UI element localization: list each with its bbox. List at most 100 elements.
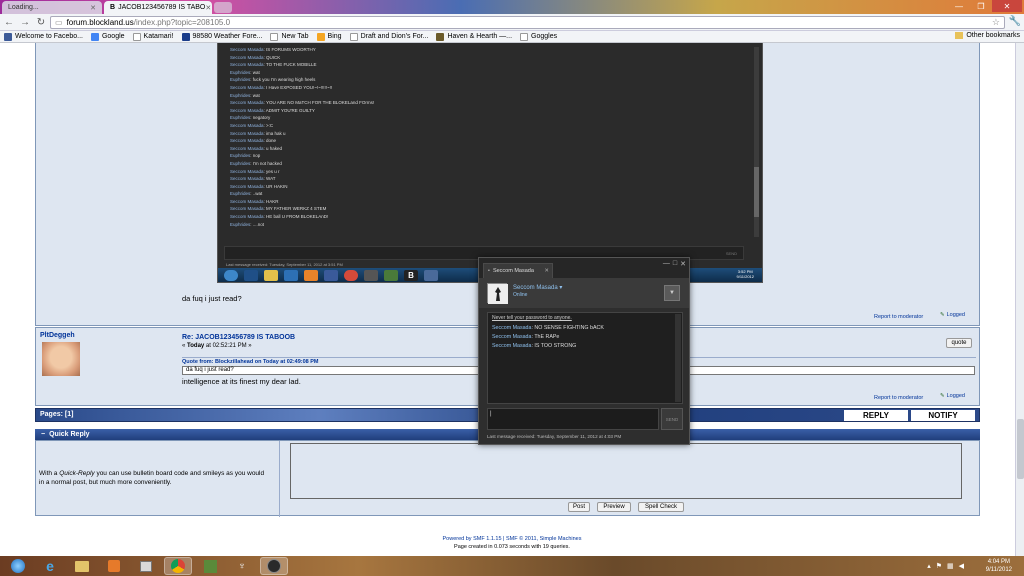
chat-text: wat xyxy=(252,92,260,98)
minimize-icon[interactable]: — xyxy=(663,260,670,268)
spell-check-button[interactable]: Spell Check xyxy=(638,502,684,512)
chat-speaker: Seccom Masada xyxy=(230,214,264,220)
page-icon xyxy=(349,32,358,41)
friend-name[interactable]: Seccom Masada ▾ xyxy=(513,284,562,291)
close-tab-icon[interactable]: ✕ xyxy=(544,268,549,274)
close-window-icon[interactable]: ✕ xyxy=(992,0,1022,12)
reload-icon[interactable]: ↻ xyxy=(34,15,48,29)
bookmark-item[interactable]: Goggles xyxy=(520,32,557,41)
tab-loading[interactable]: Loading... ✕ xyxy=(2,1,102,14)
chat-options-button[interactable]: ▼ xyxy=(664,285,680,301)
url-path: /index.php?topic=208105.0 xyxy=(133,18,231,27)
chat-line: Seccom Masada: u haked xyxy=(230,145,283,151)
bookmark-item[interactable]: Draft and Dion's For... xyxy=(349,32,428,41)
start-button[interactable] xyxy=(4,557,32,575)
volume-icon[interactable]: ◀ xyxy=(959,562,964,570)
wrench-icon[interactable]: 🔧 xyxy=(1009,16,1021,27)
bookmark-item[interactable]: Haven & Hearth —... xyxy=(436,32,512,41)
preview-button[interactable]: Preview xyxy=(597,502,631,512)
system-tray: ▴ ⚑ ▦ ◀ xyxy=(927,562,964,570)
minimize-icon[interactable]: — xyxy=(948,0,970,12)
taskbar-chrome[interactable] xyxy=(164,557,192,575)
bing-icon xyxy=(316,32,325,41)
post-button[interactable]: Post xyxy=(568,502,590,512)
footer-credit[interactable]: Powered by SMF 1.1.15 | SMF © 2011, Simp… xyxy=(0,535,1024,543)
dropdown-arrow-icon[interactable]: ▾ xyxy=(559,285,562,291)
chat-line: Euphrides: wat xyxy=(230,92,260,98)
quote-button[interactable]: quote xyxy=(946,338,972,348)
address-bar[interactable]: ▭ forum.blockland.us/index.php?topic=208… xyxy=(50,16,1005,29)
chat-text: >:C xyxy=(266,122,274,128)
bookmark-item[interactable]: Bing xyxy=(316,32,342,41)
chat-speaker: Euphrides xyxy=(230,160,251,166)
steam-scrollbar[interactable] xyxy=(675,314,681,402)
screenshot-scrollbar xyxy=(754,47,759,237)
steam-chat-window: ▪ Seccom Masada ✕ — □ ✕ Seccom Masada ▾ … xyxy=(478,257,690,445)
chat-text: HAKR xyxy=(266,198,279,204)
network-icon[interactable]: ▦ xyxy=(947,562,954,570)
quick-reply-textarea[interactable] xyxy=(290,443,962,499)
quote-header[interactable]: Quote from: Blockzillahead on Today at 0… xyxy=(182,359,319,365)
scrollbar-thumb[interactable] xyxy=(1017,419,1024,479)
taskbar-ie[interactable]: e xyxy=(36,557,64,575)
bookmark-item[interactable]: New Tab xyxy=(270,32,309,41)
chat-text: u haked xyxy=(266,145,283,151)
tab-title: JACOB123456789 IS TABO xyxy=(118,4,206,11)
bookmark-item[interactable]: Welcome to Facebo... xyxy=(4,32,83,41)
close-icon[interactable]: ✕ xyxy=(680,260,686,268)
system-clock[interactable]: 4:04 PM 9/11/2012 xyxy=(986,558,1012,574)
bookmark-star-icon[interactable]: ☆ xyxy=(992,17,1000,28)
steam-message: Seccom Masada: IS TOO STRONG xyxy=(492,343,577,349)
other-bookmarks[interactable]: Other bookmarks xyxy=(955,32,1020,39)
report-to-moderator-link[interactable]: Report to moderator xyxy=(874,395,923,401)
taskbar-app[interactable] xyxy=(132,557,160,575)
steam-chat-tab[interactable]: ▪ Seccom Masada ✕ xyxy=(483,263,553,278)
pages-label: Pages: [1] xyxy=(40,411,74,418)
post-1-body: da fuq i just read? xyxy=(182,294,242,303)
tab-forum[interactable]: B JACOB123456789 IS TABO ✕ xyxy=(104,1,212,14)
chat-text: MY FATHER WERKZ 4 STEM xyxy=(266,206,327,212)
media-icon xyxy=(304,269,318,281)
chat-line: Seccom Masada: TO THE FUCK MOBILLE xyxy=(230,62,317,68)
collapse-icon[interactable]: − xyxy=(41,431,45,438)
page-scrollbar[interactable] xyxy=(1015,43,1024,556)
reply-button[interactable]: REPLY xyxy=(844,410,908,421)
steam-chat-input[interactable]: | xyxy=(487,408,659,430)
back-arrow-icon[interactable]: ← xyxy=(2,15,16,29)
footer-stats: Page created in 0.073 seconds with 19 qu… xyxy=(454,544,570,550)
avatar[interactable] xyxy=(487,283,508,304)
logged-status: ✎ Logged xyxy=(940,312,965,318)
post-author[interactable]: PltDeggeh xyxy=(40,332,75,339)
page-link[interactable]: [1] xyxy=(65,411,74,418)
close-tab-icon[interactable]: ✕ xyxy=(90,4,96,12)
close-tab-icon[interactable]: ✕ xyxy=(205,4,211,12)
maximize-icon[interactable]: ❐ xyxy=(970,0,992,12)
taskbar-steam[interactable] xyxy=(260,557,288,575)
forward-arrow-icon[interactable]: → xyxy=(18,15,32,29)
bookmark-item[interactable]: Katamari! xyxy=(132,32,174,41)
page-icon xyxy=(520,32,529,41)
taskbar-media[interactable] xyxy=(100,557,128,575)
chat-text: yes u r xyxy=(266,168,280,174)
post-title[interactable]: Re: JACOB123456789 IS TABOOB xyxy=(182,334,295,341)
maximize-icon[interactable]: □ xyxy=(673,260,677,268)
haven-icon xyxy=(436,32,445,41)
steam-tabbar: ▪ Seccom Masada ✕ — □ ✕ xyxy=(479,258,689,278)
taskbar-explorer[interactable] xyxy=(68,557,96,575)
taskbar-minecraft[interactable] xyxy=(196,557,224,575)
tray-arrow-icon[interactable]: ▴ xyxy=(927,562,931,570)
page-icon xyxy=(270,32,279,41)
report-to-moderator-link[interactable]: Report to moderator xyxy=(874,314,923,320)
bookmark-item[interactable]: 98580 Weather Fore... xyxy=(181,32,262,41)
chat-speaker: Seccom Masada xyxy=(230,176,264,182)
taskbar-app-2[interactable]: ♆ xyxy=(228,557,256,575)
send-button[interactable]: SEND xyxy=(661,408,683,430)
chat-speaker: Euphrides xyxy=(230,77,251,83)
chat-speaker: Seccom Masada xyxy=(230,168,264,174)
bookmark-item[interactable]: Google xyxy=(90,32,125,41)
chat-text: YOU ARE NO MaTCH FOR THE BLOKELand FOrms… xyxy=(265,100,375,106)
logged-status: ✎ Logged xyxy=(940,393,965,399)
notify-button[interactable]: NOTIFY xyxy=(911,410,975,421)
flag-icon[interactable]: ⚑ xyxy=(936,562,942,570)
new-tab-button[interactable] xyxy=(214,2,232,13)
